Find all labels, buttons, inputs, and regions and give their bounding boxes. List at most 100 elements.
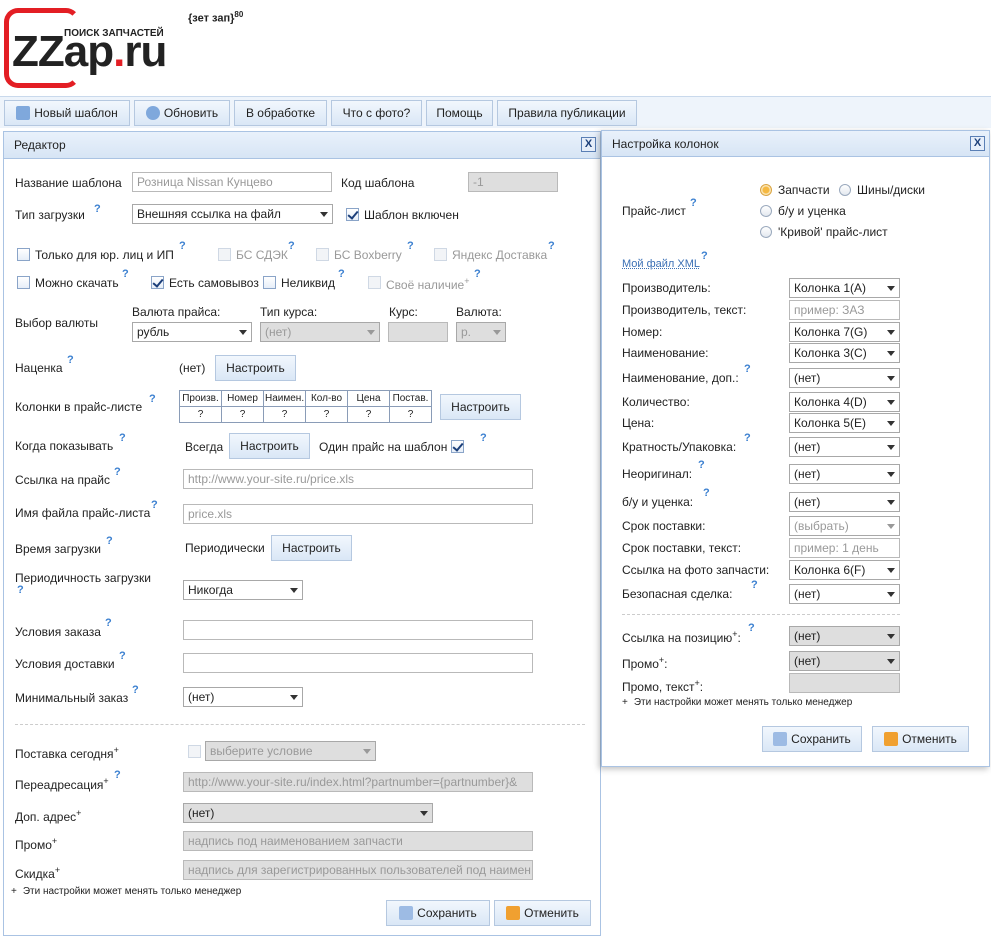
pos-link-select[interactable]: (нет) xyxy=(789,626,900,646)
rate-input[interactable] xyxy=(388,322,448,342)
price-link-input[interactable]: http://www.your-site.ru/price.xls xyxy=(183,469,533,489)
yandex-help-icon[interactable]: ? xyxy=(548,240,555,252)
nonoriginal-select[interactable]: (нет) xyxy=(789,464,900,484)
columns-help-icon[interactable]: ? xyxy=(149,393,156,405)
used-select[interactable]: (нет) xyxy=(789,492,900,512)
pos-link-help-icon[interactable]: ? xyxy=(748,622,755,634)
chevron-down-icon xyxy=(887,634,895,639)
refresh-button[interactable]: Обновить xyxy=(134,100,230,126)
when-show-help-icon[interactable]: ? xyxy=(119,432,126,444)
extra-addr-select[interactable]: (нет) xyxy=(183,803,433,823)
min-order-help-icon[interactable]: ? xyxy=(132,684,139,696)
discount-input[interactable]: надпись для зарегистрированных пользоват… xyxy=(183,860,533,880)
load-type-select[interactable]: Внешняя ссылка на файл xyxy=(132,204,333,224)
order-terms-help-icon[interactable]: ? xyxy=(105,617,112,629)
template-code-input[interactable]: -1 xyxy=(468,172,558,192)
radio-tires[interactable] xyxy=(839,184,851,196)
promo2-select[interactable]: (нет) xyxy=(789,651,900,671)
delivery-terms-input[interactable] xyxy=(183,653,533,673)
pickup-checkbox[interactable] xyxy=(151,276,164,289)
processing-button[interactable]: В обработке xyxy=(234,100,327,126)
markup-setup-button[interactable]: Настроить xyxy=(215,355,296,381)
name-select[interactable]: Колонка 3(C) xyxy=(789,343,900,363)
load-time-setup-button[interactable]: Настроить xyxy=(271,535,352,561)
price-currency-select[interactable]: рубль xyxy=(132,322,252,342)
load-type-help-icon[interactable]: ? xyxy=(94,203,101,215)
redirect-help-icon[interactable]: ? xyxy=(114,769,121,781)
editor-save-button[interactable]: Сохранить xyxy=(386,900,490,926)
when-show-setup-button[interactable]: Настроить xyxy=(229,433,310,459)
boxberry-help-icon[interactable]: ? xyxy=(407,240,414,252)
logo[interactable]: ZZap.ru ПОИСК ЗАПЧАСТЕЙ {зет зап}80 xyxy=(4,4,264,88)
columns-close-button[interactable]: X xyxy=(970,136,985,151)
redirect-input[interactable]: http://www.your-site.ru/index.html?partn… xyxy=(183,772,533,792)
file-name-help-icon[interactable]: ? xyxy=(151,499,158,511)
promo-input[interactable]: надпись под наименованием запчасти xyxy=(183,831,533,851)
legal-only-checkbox[interactable] xyxy=(17,248,30,261)
legal-only-help-icon[interactable]: ? xyxy=(179,240,186,252)
cdek-help-icon[interactable]: ? xyxy=(288,240,295,252)
quantity-select[interactable]: Колонка 4(D) xyxy=(789,392,900,412)
radio-used[interactable] xyxy=(760,205,772,217)
nonoriginal-help-icon[interactable]: ? xyxy=(698,459,705,471)
help-button[interactable]: Помощь xyxy=(426,100,493,126)
columns-setup-button[interactable]: Настроить xyxy=(440,394,521,420)
boxberry-checkbox[interactable] xyxy=(316,248,329,261)
periodicity-help-icon[interactable]: ? xyxy=(17,584,24,596)
currency2-select[interactable]: р. xyxy=(456,322,506,342)
number-select[interactable]: Колонка 7(G) xyxy=(789,322,900,342)
rules-button[interactable]: Правила публикации xyxy=(497,100,637,126)
downloadable-checkbox[interactable] xyxy=(17,276,30,289)
today-select[interactable]: выберите условие xyxy=(205,741,376,761)
own-stock-help-icon[interactable]: ? xyxy=(474,268,481,280)
own-stock-checkbox[interactable] xyxy=(368,276,381,289)
editor-save-label: Сохранить xyxy=(417,906,477,920)
promo-text-input[interactable] xyxy=(789,673,900,693)
delivery-terms-help-icon[interactable]: ? xyxy=(119,650,126,662)
safe-deal-select[interactable]: (нет) xyxy=(789,584,900,604)
yandex-checkbox[interactable] xyxy=(434,248,447,261)
template-name-input[interactable]: Розница Nissan Кунцево xyxy=(132,172,332,192)
multiplicity-select[interactable]: (нет) xyxy=(789,437,900,457)
new-template-button[interactable]: Новый шаблон xyxy=(4,100,130,126)
photo-button[interactable]: Что с фото? xyxy=(331,100,422,126)
rate-type-select[interactable]: (нет) xyxy=(260,322,380,342)
template-enabled-checkbox[interactable] xyxy=(346,208,359,221)
pricelist-help-icon[interactable]: ? xyxy=(690,197,697,209)
price-select[interactable]: Колонка 5(E) xyxy=(789,413,900,433)
name-extra-help-icon[interactable]: ? xyxy=(744,363,751,375)
radio-crooked[interactable] xyxy=(760,226,772,238)
columns-save-button[interactable]: Сохранить xyxy=(762,726,862,752)
one-price-checkbox[interactable] xyxy=(451,440,464,453)
multiplicity-help-icon[interactable]: ? xyxy=(744,432,751,444)
today-checkbox[interactable] xyxy=(188,745,201,758)
safe-deal-help-icon[interactable]: ? xyxy=(751,579,758,591)
columns-cancel-button[interactable]: Отменить xyxy=(872,726,969,752)
photo-link-select[interactable]: Колонка 6(F) xyxy=(789,560,900,580)
downloadable-help-icon[interactable]: ? xyxy=(122,268,129,280)
illiquid-checkbox[interactable] xyxy=(263,276,276,289)
min-order-select[interactable]: (нет) xyxy=(183,687,303,707)
used-help-icon[interactable]: ? xyxy=(703,487,710,499)
periodicity-select[interactable]: Никогда xyxy=(183,580,303,600)
load-time-help-icon[interactable]: ? xyxy=(106,535,113,547)
columns-table[interactable]: Произв. Номер Наимен. Кол-во Цена Постав… xyxy=(179,390,432,423)
my-xml-help-icon[interactable]: ? xyxy=(701,250,708,262)
one-price-help-icon[interactable]: ? xyxy=(480,432,487,444)
editor-cancel-button[interactable]: Отменить xyxy=(494,900,591,926)
delivery-time-text-input[interactable]: пример: 1 день xyxy=(789,538,900,558)
chevron-down-icon xyxy=(887,659,895,664)
my-xml-link[interactable]: Мой файл XML xyxy=(622,258,700,270)
manufacturer-select[interactable]: Колонка 1(A) xyxy=(789,278,900,298)
delivery-time-select[interactable]: (выбрать) xyxy=(789,516,900,536)
radio-parts[interactable] xyxy=(760,184,772,196)
price-link-help-icon[interactable]: ? xyxy=(114,466,121,478)
manufacturer-text-input[interactable]: пример: ЗАЗ xyxy=(789,300,900,320)
cdek-checkbox[interactable] xyxy=(218,248,231,261)
name-extra-select[interactable]: (нет) xyxy=(789,368,900,388)
file-name-input[interactable]: price.xls xyxy=(183,504,533,524)
editor-close-button[interactable]: X xyxy=(581,137,596,152)
illiquid-help-icon[interactable]: ? xyxy=(338,268,345,280)
order-terms-input[interactable] xyxy=(183,620,533,640)
markup-help-icon[interactable]: ? xyxy=(67,354,74,366)
